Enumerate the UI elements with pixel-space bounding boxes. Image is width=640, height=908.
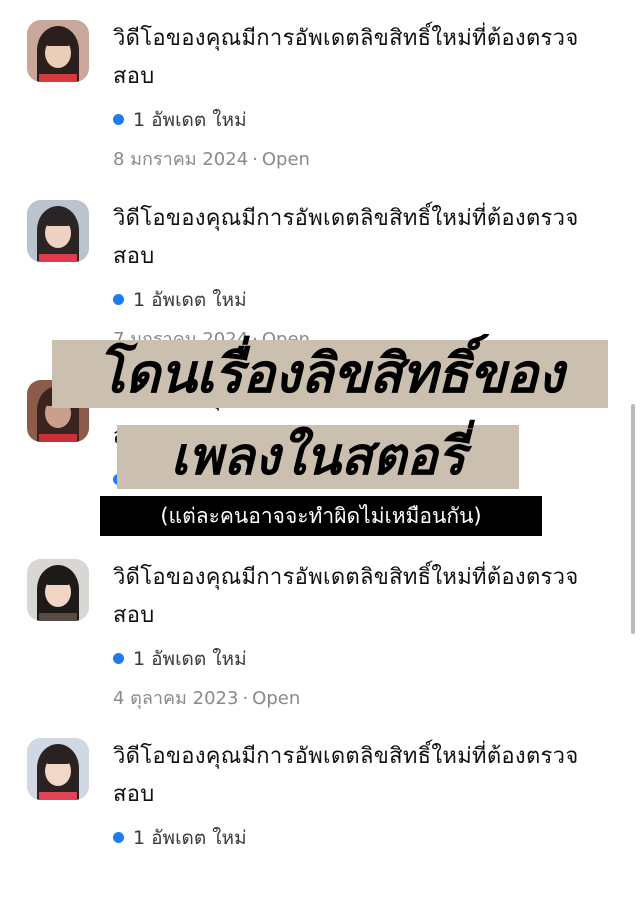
avatar-photo [27,20,89,82]
notification-status: Open [261,329,310,350]
list-item[interactable]: วิดีโอของคุณมีการอัพเดตลิขสิทธิ์ใหม่ที่ต… [0,738,640,908]
notification-title: วิดีโอของคุณมีการอัพเดตลิขสิทธิ์ใหม่ที่ต… [113,26,579,89]
list-item[interactable]: วิดีโอของคุณมีการอัพเดตลิขสิทธิ์ใหม่ที่ต… [0,559,640,729]
update-label: 1 อัพเดต ใหม่ [133,469,247,491]
update-count: 1 อัพเดต ใหม่ [113,286,247,314]
avatar [27,738,89,800]
avatar [27,380,89,442]
avatar [27,559,89,621]
avatar [27,200,89,262]
update-label: 1 อัพเดต ใหม่ [133,648,247,670]
scrollbar[interactable] [631,404,635,634]
update-count: 1 อัพเดต ใหม่ [113,645,247,673]
update-count: 1 อัพเดต ใหม่ [113,466,247,494]
notification-date: 4 ตุลาคม 2023 [113,688,239,709]
unread-dot-icon [113,294,124,305]
list-item[interactable]: วิดีโอของคุณมีการอัพเดตลิขสิทธิ์ใหม่ที่ต… [0,20,640,190]
unread-dot-icon [113,474,124,485]
meta-separator: · [252,329,258,350]
notification-meta: 8 มกราคม 2024 · Open [113,146,310,174]
update-count: 1 อัพเดต ใหม่ [113,106,247,134]
meta-separator: · [242,688,249,709]
notification-date: 7 มกราคม 2024 [113,329,249,350]
unread-dot-icon [113,114,124,125]
notification-status: Open [261,149,310,170]
notification-title: วิดีโอของคุณมีการอัพเดตลิขสิทธิ์ใหม่ที่ต… [113,565,579,628]
notification-date: 8 มกราคม 2024 [113,149,249,170]
notification-title: วิดีโอของคุณมีการอัพเดตลิขสิทธิ์ใหม่ที่ต… [113,744,579,807]
list-item[interactable]: วิดีโอของคุณมีการอัพเดตลิขสิทธิ์ใหม่ที่ต… [0,200,640,370]
avatar [27,20,89,82]
notification-meta: 7 มกราคม 2024 · Open [113,326,310,354]
update-count: 1 อัพเดต ใหม่ [113,824,247,852]
unread-dot-icon [113,653,124,664]
notification-list: วิดีโอของคุณมีการอัพเดตลิขสิทธิ์ใหม่ที่ต… [0,0,640,853]
avatar-photo [27,200,89,262]
avatar-photo [27,738,89,800]
list-item[interactable]: วิดีโอของคุณมีการอัพเดตลิขสิทธิ์ใหม่ที่ต… [0,380,640,550]
notification-title: วิดีโอของคุณมีการอัพเดตลิขสิทธิ์ใหม่ที่ต… [113,206,579,269]
update-label: 1 อัพเดต ใหม่ [133,109,247,131]
update-label: 1 อัพเดต ใหม่ [133,827,247,849]
unread-dot-icon [113,832,124,843]
avatar-photo [27,380,89,442]
notification-meta: 4 ตุลาคม 2023 · Open [113,685,300,713]
notification-status: Open [252,688,301,709]
avatar-photo [27,559,89,621]
notification-title: วิดีโอของคุณมีการอัพเดตลิขสิทธิ์ใหม่ที่ต… [113,386,579,449]
meta-separator: · [252,149,258,170]
update-label: 1 อัพเดต ใหม่ [133,289,247,311]
